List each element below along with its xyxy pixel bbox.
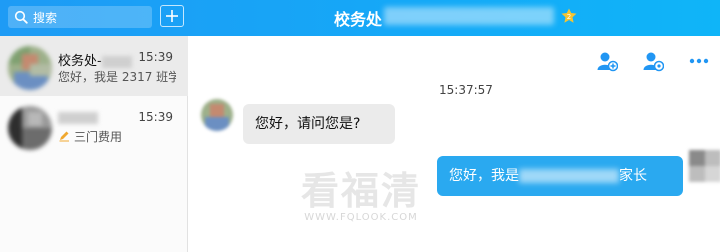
search-placeholder: 搜索 [33,11,58,25]
watermark: 看福清 WWW.FQLOOK.COM [293,168,429,224]
conversation-list: 校务处- 15:39 您好，我是 2317 班学生家长 15:39 三门费用 [0,36,188,252]
more-icon[interactable] [688,50,710,75]
own-avatar[interactable] [689,150,720,182]
conversation-item[interactable]: 15:39 三门费用 [0,96,188,156]
conversation-name [58,110,98,125]
plus-icon [166,10,178,22]
sender-avatar[interactable] [201,99,233,131]
conversation-time: 15:39 [138,50,173,64]
watermark-logo: 看福清 [300,168,421,213]
search-icon [14,10,28,24]
chat-actions [576,50,710,75]
outgoing-message: 您好，我是 家长 [437,156,683,196]
title-bar: 搜索 校务处 2 [0,0,720,36]
redacted-text [519,169,619,183]
conversation-preview: 您好，我是 2317 班学生家长 [58,70,176,84]
draft-pencil-icon [59,131,69,142]
member-settings-icon[interactable] [642,50,665,75]
add-member-icon[interactable] [596,50,619,75]
conversation-time: 15:39 [138,110,173,124]
search-input[interactable]: 搜索 [8,6,152,28]
title-redacted-number [384,7,554,25]
chat-panel: 15:37:57 您好，请问您是? 您好，我是 家长 [189,36,720,252]
watermark-url: WWW.FQLOOK.COM [304,212,418,223]
avatar [8,46,52,90]
conversation-preview: 三门费用 [58,128,176,145]
avatar [8,106,52,150]
conversation-item[interactable]: 校务处- 15:39 您好，我是 2317 班学生家长 [0,36,188,96]
svg-text:2: 2 [567,13,571,21]
conversation-name: 校务处- [58,50,132,69]
chat-title: 校务处 [334,10,383,29]
add-button[interactable] [160,5,184,27]
message-timestamp: 15:37:57 [439,83,493,97]
incoming-message: 您好，请问您是? [243,104,395,144]
vip-badge-icon: 2 [561,8,577,23]
